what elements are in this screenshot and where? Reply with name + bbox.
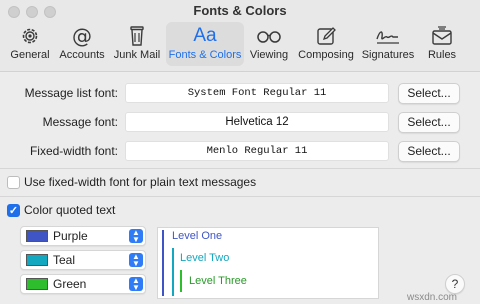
tab-fonts-colors[interactable]: Aa Fonts & Colors xyxy=(166,22,244,66)
tab-composing[interactable]: Composing xyxy=(297,22,355,66)
tab-rules[interactable]: Rules xyxy=(422,22,462,66)
quote-preview: Level One Level Two Level Three xyxy=(157,227,379,299)
compose-icon xyxy=(317,27,336,45)
message-list-font-select-button[interactable]: Select... xyxy=(398,83,460,104)
checkmark-icon: ✓ xyxy=(8,205,19,217)
tab-general[interactable]: General xyxy=(6,22,54,66)
quote-level-3-color-popup[interactable]: Green ▲ ▼ xyxy=(20,274,146,294)
tab-viewing[interactable]: Viewing xyxy=(247,22,291,66)
chevron-updown-icon: ▲ ▼ xyxy=(129,229,143,244)
message-font-label: Message font: xyxy=(42,115,118,129)
color-swatch xyxy=(26,230,48,242)
tab-viewing-label: Viewing xyxy=(249,49,289,61)
chevron-updown-icon: ▲ ▼ xyxy=(129,253,143,268)
help-button[interactable]: ? xyxy=(445,274,465,294)
color-quoted-checkbox[interactable]: ✓ xyxy=(7,204,20,217)
at-icon: @ xyxy=(72,25,92,47)
message-font-field: Helvetica 12 xyxy=(125,112,389,132)
quote-level-1-color-label: Purple xyxy=(53,229,88,243)
tab-composing-label: Composing xyxy=(298,49,354,61)
aa-icon: Aa xyxy=(193,25,217,46)
quote-level-2-color-label: Teal xyxy=(53,253,76,267)
tab-signatures[interactable]: Signatures xyxy=(360,22,416,66)
chevron-updown-icon: ▲ ▼ xyxy=(129,277,143,292)
glasses-icon xyxy=(257,31,281,43)
quote-level-1-color-popup[interactable]: Purple ▲ ▼ xyxy=(20,226,146,246)
message-list-font-label: Message list font: xyxy=(24,86,118,100)
section-divider xyxy=(0,168,480,169)
tab-junk-mail-label: Junk Mail xyxy=(113,49,161,61)
quote-preview-level-3: Level Three xyxy=(189,275,247,287)
tab-rules-label: Rules xyxy=(427,49,457,61)
window-toolbar: Fonts & Colors General @ Accounts Junk M… xyxy=(0,0,480,72)
quote-level-2-color-popup[interactable]: Teal ▲ ▼ xyxy=(20,250,146,270)
window-title: Fonts & Colors xyxy=(193,3,287,18)
tab-general-label: General xyxy=(10,49,50,61)
trash-icon xyxy=(130,26,144,46)
tab-junk-mail[interactable]: Junk Mail xyxy=(111,22,163,66)
fixed-width-font-field: Menlo Regular 11 xyxy=(125,141,389,161)
color-quoted-label: Color quoted text xyxy=(24,203,116,217)
quote-bar-level-2 xyxy=(172,248,174,296)
fixed-width-font-label: Fixed-width font: xyxy=(29,144,118,158)
gear-icon xyxy=(22,28,38,44)
quote-level-3-color-label: Green xyxy=(53,277,87,291)
svg-text:@: @ xyxy=(72,25,92,47)
preferences-pane: Message list font: System Font Regular 1… xyxy=(0,73,480,304)
fixed-width-font-select-button[interactable]: Select... xyxy=(398,141,460,162)
quote-bar-level-1 xyxy=(162,230,164,296)
tab-accounts[interactable]: @ Accounts xyxy=(57,22,107,66)
watermark: wsxdn.com xyxy=(407,292,458,303)
tab-fonts-colors-label: Fonts & Colors xyxy=(168,49,242,61)
fixed-width-plain-checkbox[interactable] xyxy=(7,176,20,189)
signature-icon xyxy=(376,31,399,44)
message-list-font-field: System Font Regular 11 xyxy=(125,83,389,103)
tab-accounts-label: Accounts xyxy=(59,49,105,61)
tab-signatures-label: Signatures xyxy=(361,49,415,61)
quote-preview-level-2: Level Two xyxy=(180,252,230,264)
section-divider-2 xyxy=(0,196,480,197)
quote-preview-level-1: Level One xyxy=(172,230,223,242)
color-swatch xyxy=(26,278,48,290)
fixed-width-plain-label: Use fixed-width font for plain text mess… xyxy=(24,175,257,189)
message-font-select-button[interactable]: Select... xyxy=(398,112,460,133)
rules-icon xyxy=(432,26,452,45)
quote-bar-level-3 xyxy=(180,270,182,292)
color-swatch xyxy=(26,254,48,266)
